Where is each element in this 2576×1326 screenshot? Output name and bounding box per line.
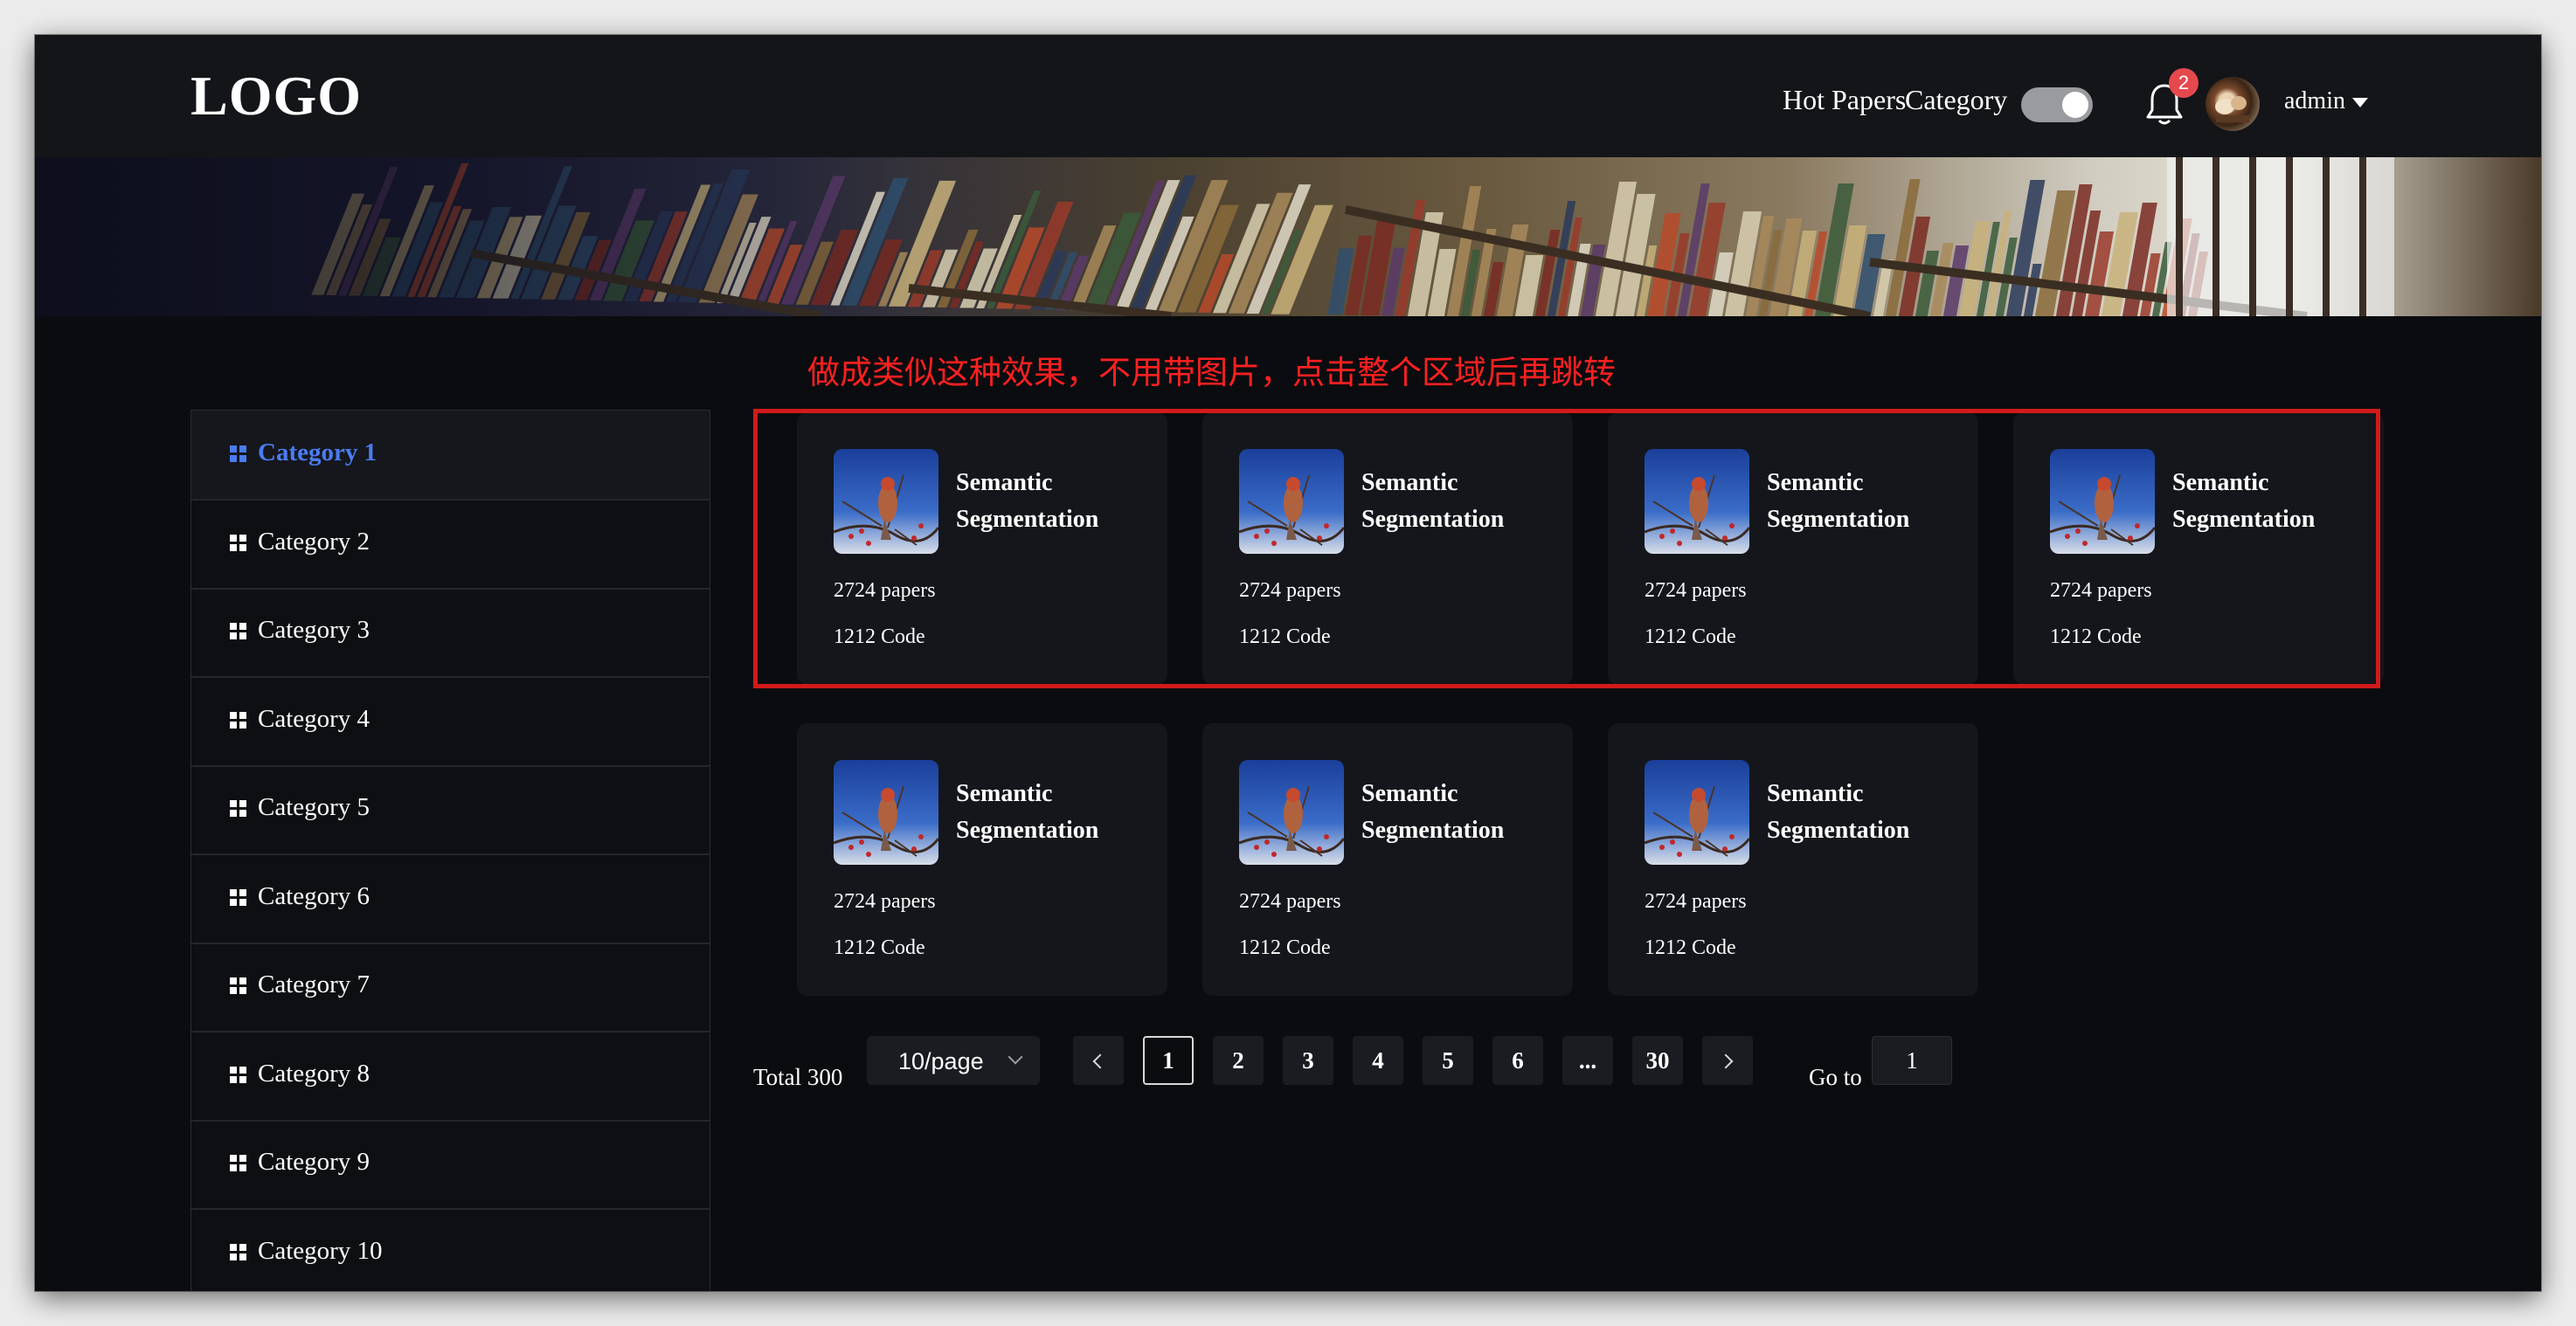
sidebar-item-category-10[interactable]: Category 10 (191, 1209, 710, 1292)
sidebar-item-label: Category 9 (258, 1148, 370, 1176)
grid-icon (230, 445, 247, 463)
sidebar-item-label: Category 8 (258, 1059, 370, 1088)
grid-icon (230, 1243, 247, 1261)
sidebar-item-category-6[interactable]: Category 6 (191, 854, 710, 944)
sidebar-item-label: Category 5 (258, 793, 370, 821)
sidebar-item-label: Category 10 (258, 1236, 383, 1265)
page-button-2[interactable]: 2 (1213, 1036, 1264, 1085)
page-ellipsis-button[interactable]: ... (1562, 1036, 1613, 1085)
card-code-count: 1212 Code (1645, 936, 1736, 959)
sidebar-item-category-1[interactable]: Category 1 (191, 411, 710, 501)
user-name[interactable]: admin (2284, 89, 2345, 114)
goto-label: Go to (1809, 1064, 1862, 1090)
bookshelf-image (35, 157, 2541, 316)
card-paper-count: 2724 papers (1645, 890, 1747, 913)
grid-icon (230, 623, 247, 640)
page-button-5[interactable]: 5 (1423, 1036, 1473, 1085)
prev-page-button[interactable] (1073, 1036, 1124, 1085)
app-window: LOGO Hot Papers Category 2 admin 做成类似这种效… (35, 35, 2541, 1291)
card-thumbnail (1239, 760, 1344, 865)
sidebar-item-category-8[interactable]: Category 8 (191, 1032, 710, 1122)
sidebar-item-category-3[interactable]: Category 3 (191, 588, 710, 678)
grid-icon (230, 977, 247, 995)
notification-badge: 2 (2169, 68, 2199, 98)
card-title: Semantic Segmentation (1361, 780, 1505, 844)
card-paper-count: 2724 papers (1239, 890, 1341, 913)
card-code-count: 1212 Code (834, 936, 925, 959)
page-button-6[interactable]: 6 (1492, 1036, 1543, 1085)
grid-icon (230, 534, 247, 552)
grid-icon (230, 1066, 247, 1084)
sidebar-item-category-2[interactable]: Category 2 (191, 500, 710, 590)
page-button-30[interactable]: 30 (1632, 1036, 1683, 1085)
sidebar-item-label: Category 6 (258, 881, 370, 910)
sidebar-item-category-5[interactable]: Category 5 (191, 765, 710, 855)
topic-card[interactable]: Semantic Segmentation 2724 papers 1212 Cod… (797, 723, 1167, 996)
nav-hot-papers[interactable]: Hot Papers (1783, 86, 1906, 114)
card-paper-count: 2724 papers (834, 890, 936, 913)
sidebar-item-category-7[interactable]: Category 7 (191, 943, 710, 1032)
topic-card[interactable]: Semantic Segmentation 2724 papers 1212 Cod… (1608, 723, 1978, 996)
next-page-button[interactable] (1702, 1036, 1753, 1085)
goto-input[interactable] (1872, 1036, 1952, 1085)
sidebar-item-category-4[interactable]: Category 4 (191, 677, 710, 767)
avatar[interactable] (2206, 77, 2260, 131)
sidebar-item-label: Category 4 (258, 704, 370, 733)
sidebar-item-category-9[interactable]: Category 9 (191, 1120, 710, 1210)
grid-icon (230, 800, 247, 818)
card-title: Semantic Segmentation (956, 780, 1099, 844)
grid-icon (230, 1155, 247, 1172)
sidebar-item-label: Category 1 (258, 439, 377, 466)
topic-card[interactable]: Semantic Segmentation 2724 papers 1212 Cod… (1202, 723, 1573, 996)
logo[interactable]: LOGO (190, 68, 362, 124)
grid-icon (230, 888, 247, 907)
chevron-down-icon (1008, 1049, 1023, 1065)
chevron-left-icon (1092, 1053, 1108, 1069)
highlight-box (753, 409, 2380, 688)
card-code-count: 1212 Code (1239, 936, 1331, 959)
total-count: Total 300 (753, 1064, 843, 1090)
caret-down-icon[interactable] (2352, 98, 2368, 107)
toggle-knob (2062, 92, 2088, 118)
page-size-select[interactable]: 10/page (867, 1036, 1040, 1085)
page-size-value: 10/page (898, 1048, 984, 1074)
sidebar-item-label: Category 7 (258, 970, 370, 998)
hero-banner (35, 157, 2541, 316)
theme-toggle[interactable] (2021, 87, 2093, 122)
nav-category[interactable]: Category (1905, 86, 2007, 114)
card-thumbnail (1645, 760, 1749, 865)
top-nav: LOGO Hot Papers Category 2 admin (35, 35, 2541, 157)
sidebar-item-label: Category 2 (258, 527, 370, 556)
chevron-right-icon (1718, 1053, 1734, 1069)
grid-icon (230, 711, 247, 729)
page-button-1[interactable]: 1 (1143, 1036, 1194, 1085)
annotation-note: 做成类似这种效果，不用带图片，点击整个区域后再跳转 (807, 354, 1616, 391)
card-title: Semantic Segmentation (1767, 780, 1910, 844)
page-button-3[interactable]: 3 (1283, 1036, 1333, 1085)
page-button-4[interactable]: 4 (1353, 1036, 1403, 1085)
category-sidebar: Category 1 Category 2 Category 3 Category 4… (190, 410, 710, 1291)
card-thumbnail (834, 760, 938, 865)
sidebar-item-label: Category 3 (258, 616, 370, 644)
